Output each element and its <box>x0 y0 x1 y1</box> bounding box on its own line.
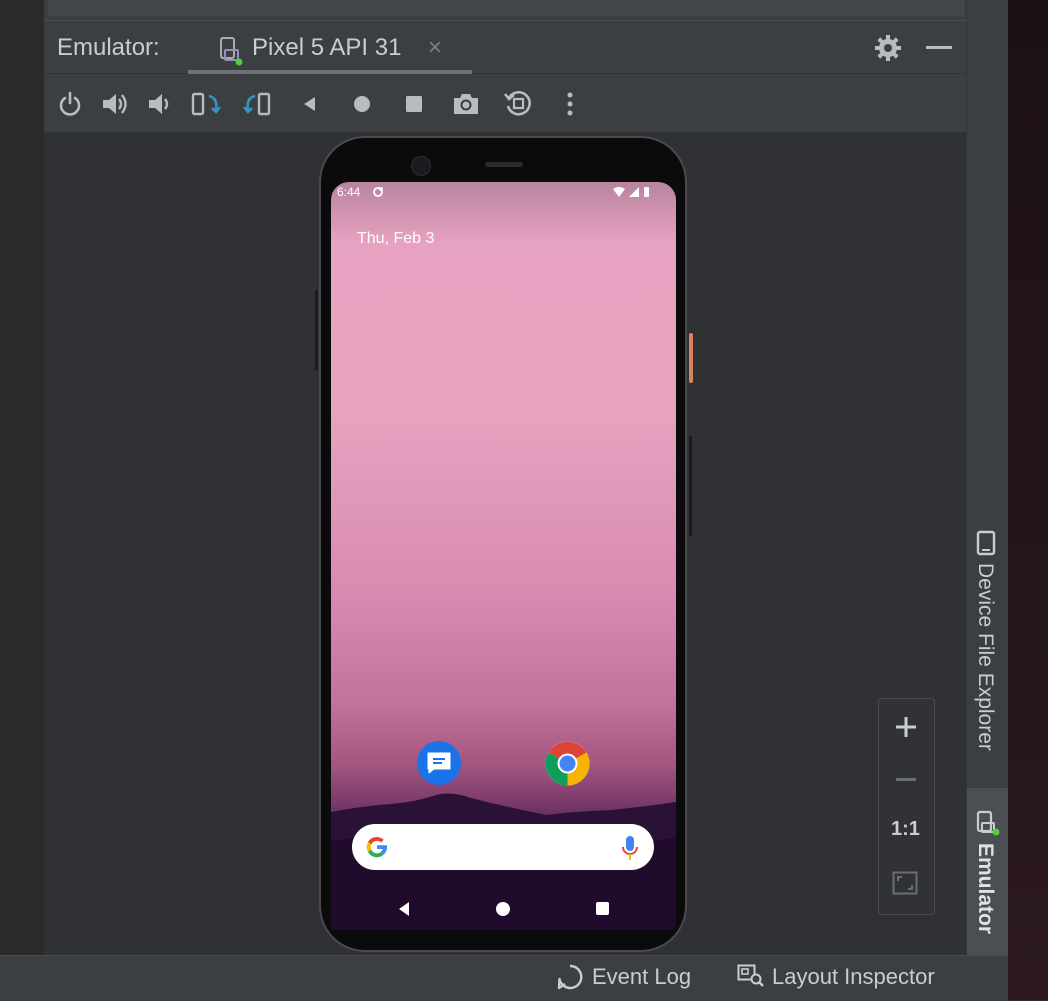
phone-left-edge <box>315 290 318 370</box>
layout-inspector-icon <box>737 964 764 987</box>
notification-icon <box>373 187 383 197</box>
actual-size-button[interactable]: 1:1 <box>891 818 920 841</box>
tab-label: Pixel 5 API 31 <box>252 34 402 61</box>
volume-up-icon[interactable] <box>99 88 131 120</box>
phone-volume-rocker[interactable] <box>689 436 692 536</box>
google-search-bar[interactable] <box>352 824 654 870</box>
google-g-icon <box>366 836 387 858</box>
zoom-in-icon[interactable] <box>893 714 919 740</box>
minimize-icon[interactable] <box>926 46 952 49</box>
tab-close-icon[interactable]: × <box>428 34 442 62</box>
phone-power-button[interactable] <box>689 333 693 383</box>
layout-inspector-button[interactable]: Layout Inspector <box>772 964 935 990</box>
device-icon <box>976 530 996 556</box>
messages-app-icon[interactable] <box>417 741 461 785</box>
front-camera <box>411 156 431 176</box>
home-icon[interactable] <box>346 88 378 120</box>
rotate-left-icon[interactable] <box>190 88 222 120</box>
fit-screen-icon[interactable] <box>892 871 918 895</box>
left-gutter <box>0 0 45 955</box>
overview-icon[interactable] <box>398 88 430 120</box>
date-widget[interactable]: Thu, Feb 3 <box>357 230 434 248</box>
top-strip-inner <box>48 0 964 16</box>
gear-icon[interactable] <box>874 34 902 62</box>
microphone-icon[interactable] <box>620 834 640 862</box>
more-icon[interactable] <box>554 88 586 120</box>
event-log-icon <box>557 964 583 990</box>
status-icons <box>613 187 649 197</box>
power-icon[interactable] <box>54 88 86 120</box>
screenshot-icon[interactable] <box>450 88 482 120</box>
snapshot-icon[interactable] <box>502 88 534 120</box>
nav-recents-icon[interactable] <box>596 902 609 915</box>
emulator-running-icon <box>976 810 1000 836</box>
side-tab-device-file-explorer[interactable]: Device File Explorer <box>973 563 997 751</box>
tool-window-header <box>44 21 966 74</box>
device-running-icon <box>220 37 243 66</box>
earpiece-speaker <box>485 162 523 167</box>
event-log-button[interactable]: Event Log <box>592 964 691 990</box>
back-icon[interactable] <box>294 88 326 120</box>
zoom-out-icon[interactable] <box>896 778 916 781</box>
volume-down-icon[interactable] <box>143 88 175 120</box>
nav-back-icon[interactable] <box>396 900 412 918</box>
rotate-right-icon[interactable] <box>242 88 274 120</box>
nav-home-icon[interactable] <box>496 902 510 916</box>
tool-window-title: Emulator: <box>57 34 160 61</box>
desktop-background <box>1008 0 1048 1000</box>
status-time: 6:44 <box>337 185 361 199</box>
side-tab-emulator[interactable]: Emulator <box>973 843 997 934</box>
chrome-app-icon[interactable] <box>545 741 590 786</box>
